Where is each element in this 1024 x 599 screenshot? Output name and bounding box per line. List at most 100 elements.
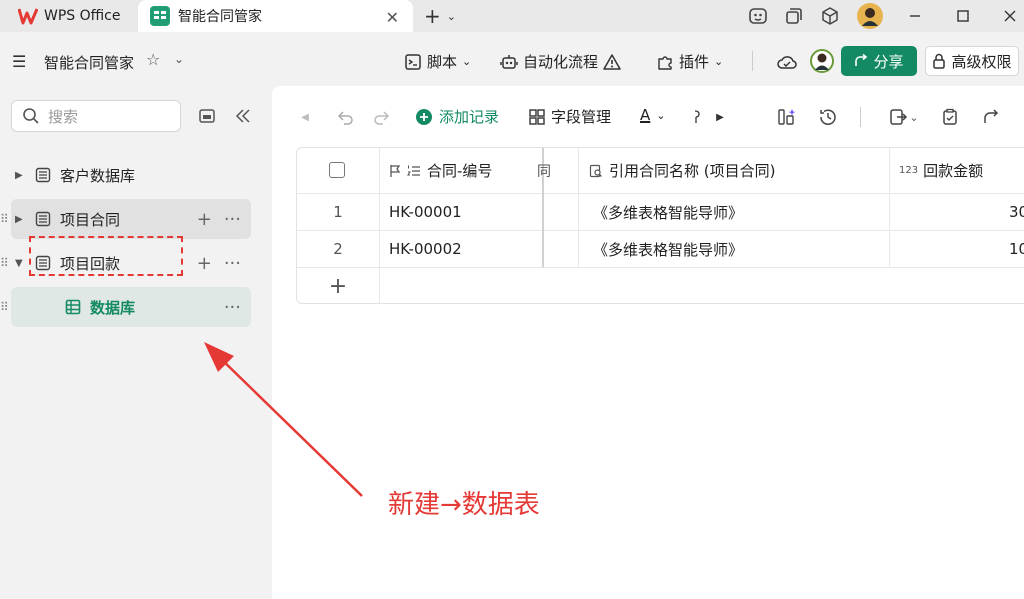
more-icon[interactable]: ··· <box>224 209 241 230</box>
minimize-icon[interactable] <box>900 4 930 28</box>
history-icon[interactable] <box>817 106 839 128</box>
row-number: 1 <box>333 203 343 221</box>
sidebar-item-project-contract[interactable]: ⠿ ▶ 项目合同 + ··· <box>0 199 251 239</box>
cell-contract-name[interactable]: 《多维表格智能导师》 <box>593 194 743 230</box>
more-icon[interactable]: ··· <box>224 297 241 318</box>
ai-field-icon[interactable] <box>776 106 798 128</box>
sidebar-item-customer-db[interactable]: ▶ 客户数据库 <box>11 155 251 195</box>
automation-menu[interactable]: 自动化流程 <box>500 51 621 72</box>
cloud-sync-icon[interactable] <box>776 51 798 73</box>
tab-wps-label: WPS Office <box>44 8 121 24</box>
script-menu[interactable]: 脚本 ⌄ <box>404 51 471 72</box>
scroll-right-icon[interactable]: ▶ <box>709 106 731 128</box>
plugins-label: 插件 <box>679 53 710 71</box>
drag-handle-icon[interactable]: ⠿ <box>0 256 9 270</box>
close-window-icon[interactable] <box>995 4 1024 28</box>
chevron-down-icon[interactable]: ⌄ <box>174 52 184 66</box>
sheet-app-icon <box>150 6 170 26</box>
number-type-icon: 123 <box>899 165 919 176</box>
cell-contract-no[interactable]: HK-00001 <box>389 194 462 230</box>
column-header-label: 合同-编号 <box>427 162 493 180</box>
search-placeholder: 搜索 <box>48 107 79 126</box>
table-icon <box>65 299 81 315</box>
collapse-sidebar-icon[interactable] <box>233 106 253 126</box>
cube-icon[interactable] <box>819 5 841 27</box>
column-header-label: 回款金额 <box>923 162 984 180</box>
avatar[interactable] <box>857 3 883 29</box>
add-icon[interactable]: + <box>197 253 212 274</box>
export-menu-icon[interactable]: ⌄ <box>884 106 924 128</box>
warning-icon <box>603 53 621 70</box>
permission-button[interactable]: 高级权限 <box>925 46 1019 76</box>
field-manage-button[interactable]: 字段管理 <box>529 106 611 127</box>
add-row-button[interactable]: + <box>297 268 379 303</box>
window-restore-icon[interactable] <box>783 5 805 27</box>
add-record-label: 添加记录 <box>439 108 500 126</box>
sidebar-panel-icon[interactable] <box>197 106 217 126</box>
font-color-button[interactable]: A ⌄ <box>640 106 665 124</box>
collaborator-avatar[interactable] <box>810 49 834 73</box>
permission-label: 高级权限 <box>951 52 1012 71</box>
cell-amount[interactable]: 10 <box>1009 231 1024 267</box>
highlight-box <box>29 236 183 276</box>
column-header-contract-name[interactable]: 引用合同名称 (项目合同) <box>589 148 775 193</box>
cell-contract-no[interactable]: HK-00002 <box>389 231 462 267</box>
chevron-down-icon: ⌄ <box>462 55 472 68</box>
cell-amount[interactable]: 30 <box>1009 194 1024 230</box>
add-record-button[interactable]: 添加记录 <box>415 106 499 127</box>
tab-wps-office[interactable]: WPS Office <box>6 2 134 30</box>
column-header-amount[interactable]: 123 回款金额 <box>899 148 983 193</box>
expand-arrow-icon[interactable]: ▶ <box>15 214 29 225</box>
star-icon[interactable]: ☆ <box>146 50 160 69</box>
script-label: 脚本 <box>427 53 458 71</box>
collapse-arrow-icon[interactable]: ▼ <box>15 258 29 269</box>
search-input[interactable]: 搜索 <box>11 100 181 132</box>
grid-line <box>297 267 1024 268</box>
field-manage-label: 字段管理 <box>551 108 612 126</box>
drag-handle-icon[interactable]: ⠿ <box>0 300 9 314</box>
clipboard-check-icon[interactable] <box>939 106 961 128</box>
grid-line <box>889 148 890 267</box>
menu-icon[interactable]: ☰ <box>12 52 26 71</box>
sidebar-item-label: 项目合同 <box>60 210 121 229</box>
new-tab-button[interactable]: + ⌄ <box>424 4 468 28</box>
sidebar-item-label: 数据库 <box>90 298 136 317</box>
redo-icon[interactable] <box>371 106 393 128</box>
toolbar-divider <box>860 107 861 127</box>
column-header-label: 引用合同名称 (项目合同) <box>609 162 776 180</box>
document-icon <box>35 211 51 227</box>
maximize-icon[interactable] <box>948 4 978 28</box>
more-icon[interactable]: ··· <box>224 253 241 274</box>
plugins-menu[interactable]: 插件 ⌄ <box>656 51 723 72</box>
column-header-contract-no[interactable]: 合同-编号 <box>389 148 492 193</box>
grid-icon <box>529 108 545 125</box>
share-out-icon[interactable] <box>980 106 1002 128</box>
scroll-left-icon[interactable]: ◀ <box>294 106 316 128</box>
sidebar-item-database[interactable]: ⠿ 数据库 ··· <box>0 287 251 327</box>
select-all-checkbox[interactable] <box>329 162 345 178</box>
add-icon[interactable]: + <box>197 209 212 230</box>
share-button[interactable]: 分享 <box>841 46 917 76</box>
font-color-a: A <box>640 106 651 124</box>
wps-logo-icon <box>18 8 38 25</box>
puzzle-icon <box>658 55 672 70</box>
smart-face-icon[interactable] <box>747 5 769 27</box>
lookup-icon <box>589 164 602 177</box>
expand-arrow-icon[interactable]: ▶ <box>15 170 29 181</box>
format-icon[interactable] <box>686 106 708 128</box>
tab-smart-contract[interactable]: 智能合同管家 ✕ <box>138 0 413 32</box>
sidebar-item-label: 客户数据库 <box>60 166 136 185</box>
grid-line <box>379 148 380 303</box>
document-title[interactable]: 智能合同管家 <box>44 52 134 73</box>
undo-icon[interactable] <box>334 106 356 128</box>
chevron-down-icon: ⌄ <box>714 55 724 68</box>
script-icon <box>405 53 421 70</box>
document-icon <box>35 167 51 183</box>
drag-handle-icon[interactable]: ⠿ <box>0 212 9 226</box>
toolbar-divider <box>752 51 753 71</box>
cell-contract-name[interactable]: 《多维表格智能导师》 <box>593 231 743 267</box>
tab-close-icon[interactable]: ✕ <box>386 8 399 27</box>
lock-icon <box>933 53 946 69</box>
chevron-down-icon: ⌄ <box>446 9 456 23</box>
data-grid: 合同-编号 同 引用合同名称 (项目合同) 123 回款金额 1 HK-0000… <box>296 147 1024 304</box>
